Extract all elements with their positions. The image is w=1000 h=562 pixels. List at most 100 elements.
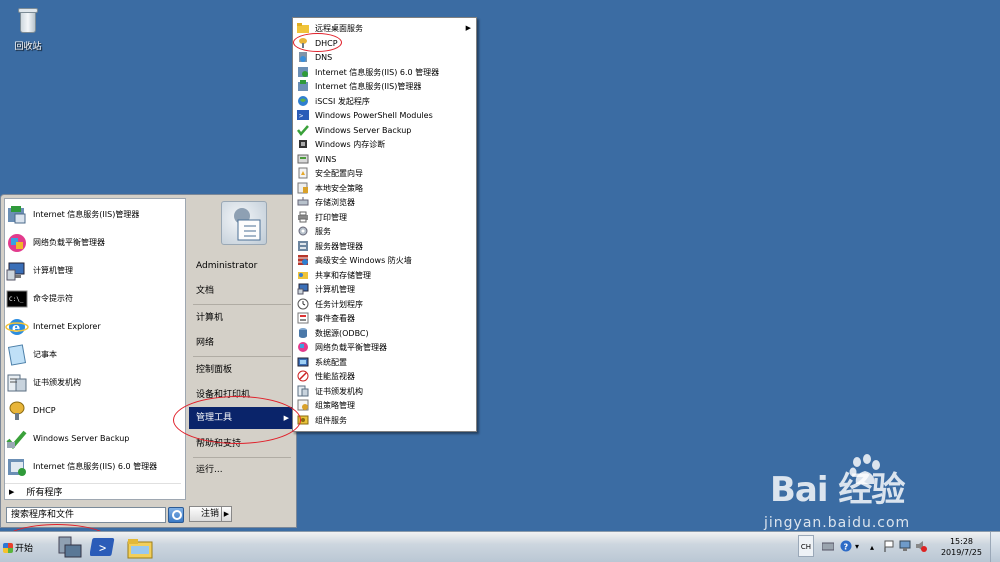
divider [193,356,291,357]
help-icon[interactable]: ? [840,540,852,552]
arrow-right-icon: ▶ [465,24,471,32]
recycle-bin[interactable]: 回收站 [8,4,48,52]
admin-item-services[interactable]: 服务 [295,224,475,238]
admin-item-server-backup[interactable]: Windows Server Backup [295,123,475,137]
admin-item-computer-management[interactable]: 计算机管理 [295,282,475,296]
keyboard-icon[interactable] [821,540,835,552]
chevron-up-icon[interactable]: ▴ [870,540,878,552]
performance-monitor-icon [297,370,309,382]
clock-icon [297,298,309,310]
server-backup-icon [5,428,29,450]
computer-management-icon [297,283,309,295]
start-item-iis6-manager[interactable]: Internet 信息服务(IIS) 6.0 管理器 [5,453,181,480]
search-icon[interactable] [168,507,184,523]
start-right-network[interactable]: 网络 [189,332,295,354]
system-tray: CH ? ▾ ▴ 15:28 2019/7/25 [795,532,1000,562]
admin-item-share-storage[interactable]: 共享和存储管理 [295,268,475,282]
start-right-control-panel[interactable]: 控制面板 [189,359,295,381]
start-menu: Internet 信息服务(IIS)管理器 网络负载平衡管理器 计算机管理 C:… [0,194,297,528]
powershell-taskbar-icon[interactable]: > [89,535,118,560]
explorer-taskbar-icon[interactable] [126,535,154,560]
admin-item-performance-monitor[interactable]: 性能监视器 [295,369,475,383]
recycle-bin-label: 回收站 [14,42,42,52]
powershell-icon: > [297,109,309,121]
start-item-command-prompt[interactable]: C:\_ 命令提示符 [5,285,181,312]
dhcp-icon [5,400,29,422]
admin-item-wins[interactable]: WINS [295,152,475,166]
database-icon [297,327,309,339]
printer-icon [297,211,309,223]
admin-item-firewall[interactable]: 高级安全 Windows 防火墙 [295,253,475,267]
admin-item-group-policy[interactable]: 组策略管理 [295,398,475,412]
notepad-icon [5,343,29,366]
svg-text:?: ? [844,543,849,552]
search-input[interactable]: 搜索程序和文件 [6,507,166,523]
admin-item-dns[interactable]: DNS [295,50,475,64]
start-item-dhcp[interactable]: DHCP [5,397,181,424]
taskbar: 开始 > CH ? ▾ ▴ 15:28 2019/7/25 [0,531,1000,562]
admin-item-certificate-authority[interactable]: 证书颁发机构 [295,384,475,398]
user-picture-icon[interactable] [221,201,267,245]
show-desktop-button[interactable] [990,532,1000,562]
server-backup-icon [297,124,309,136]
language-indicator[interactable]: CH [798,535,814,557]
ime-options-icon[interactable]: ▾ [855,540,863,552]
admin-item-iis[interactable]: Internet 信息服务(IIS)管理器 [295,79,475,93]
services-gear-icon [297,225,309,237]
admin-tools-submenu: 远程桌面服务 ▶ DHCP DNS Internet 信息服务(IIS) 6.0 … [292,17,477,432]
share-storage-icon [297,269,309,281]
start-right-administrator[interactable]: Administrator [189,255,295,277]
start-right-run[interactable]: 运行... [189,459,295,481]
internet-explorer-icon: e [5,316,29,338]
admin-item-task-scheduler[interactable]: 任务计划程序 [295,297,475,311]
admin-item-odbc[interactable]: 数据源(ODBC) [295,326,475,340]
start-item-server-backup[interactable]: Windows Server Backup [5,425,181,452]
group-policy-icon [297,399,309,411]
clock[interactable]: 15:28 2019/7/25 [941,536,982,558]
admin-item-iis6[interactable]: Internet 信息服务(IIS) 6.0 管理器 [295,65,475,79]
admin-item-nlb-manager[interactable]: 网络负载平衡管理器 [295,340,475,354]
start-item-computer-management[interactable]: 计算机管理 [5,257,181,284]
certificate-authority-icon [5,372,29,394]
start-item-iis-manager[interactable]: Internet 信息服务(IIS)管理器 [5,201,181,228]
network-icon[interactable] [899,540,911,552]
admin-item-component-services[interactable]: 组件服务 [295,413,475,427]
all-programs-button[interactable]: ▶ 所有程序 [5,483,181,499]
start-right-computer[interactable]: 计算机 [189,307,295,329]
storage-icon [297,196,309,208]
start-right-documents[interactable]: 文档 [189,280,295,302]
command-prompt-icon: C:\_ [5,288,29,310]
admin-item-system-configuration[interactable]: 系统配置 [295,355,475,369]
baidu-url: jingyan.baidu.com [764,515,911,531]
start-item-internet-explorer[interactable]: e Internet Explorer [5,313,181,340]
admin-item-security-wizard[interactable]: 安全配置向导 [295,166,475,180]
flag-icon[interactable] [883,540,895,552]
admin-item-storage-explorer[interactable]: 存储浏览器 [295,195,475,209]
iis-manager-icon [297,80,309,92]
admin-item-powershell-modules[interactable]: > Windows PowerShell Modules [295,108,475,122]
server-manager-taskbar-icon[interactable] [55,535,83,560]
svg-text:>: > [299,112,303,120]
admin-item-iscsi[interactable]: iSCSI 发起程序 [295,94,475,108]
volume-muted-icon[interactable] [915,540,927,552]
baidu-watermark: Bai 经验 jingyan.baidu.com [764,454,910,531]
nlb-manager-icon [5,232,29,254]
dns-icon [297,51,309,63]
firewall-icon [297,254,309,266]
arrow-right-icon: ▶ [9,487,15,496]
admin-item-print-management[interactable]: 打印管理 [295,210,475,224]
windows-logo-icon [3,542,13,553]
start-item-certificate-authority[interactable]: 证书颁发机构 [5,369,181,396]
admin-item-memory-diagnostic[interactable]: Windows 内存诊断 [295,137,475,151]
shutdown-options-button[interactable]: ▶ [221,506,232,522]
start-item-nlb-manager[interactable]: 网络负载平衡管理器 [5,229,181,256]
server-manager-icon [297,240,309,252]
divider [193,457,291,458]
admin-item-event-viewer[interactable]: 事件查看器 [295,311,475,325]
start-button[interactable]: 开始 [1,536,37,559]
iis6-manager-icon [5,456,29,478]
admin-item-local-security-policy[interactable]: 本地安全策略 [295,181,475,195]
annotation-ring-admin-tools [173,396,301,444]
start-item-notepad[interactable]: 记事本 [5,341,181,368]
admin-item-server-manager[interactable]: 服务器管理器 [295,239,475,253]
